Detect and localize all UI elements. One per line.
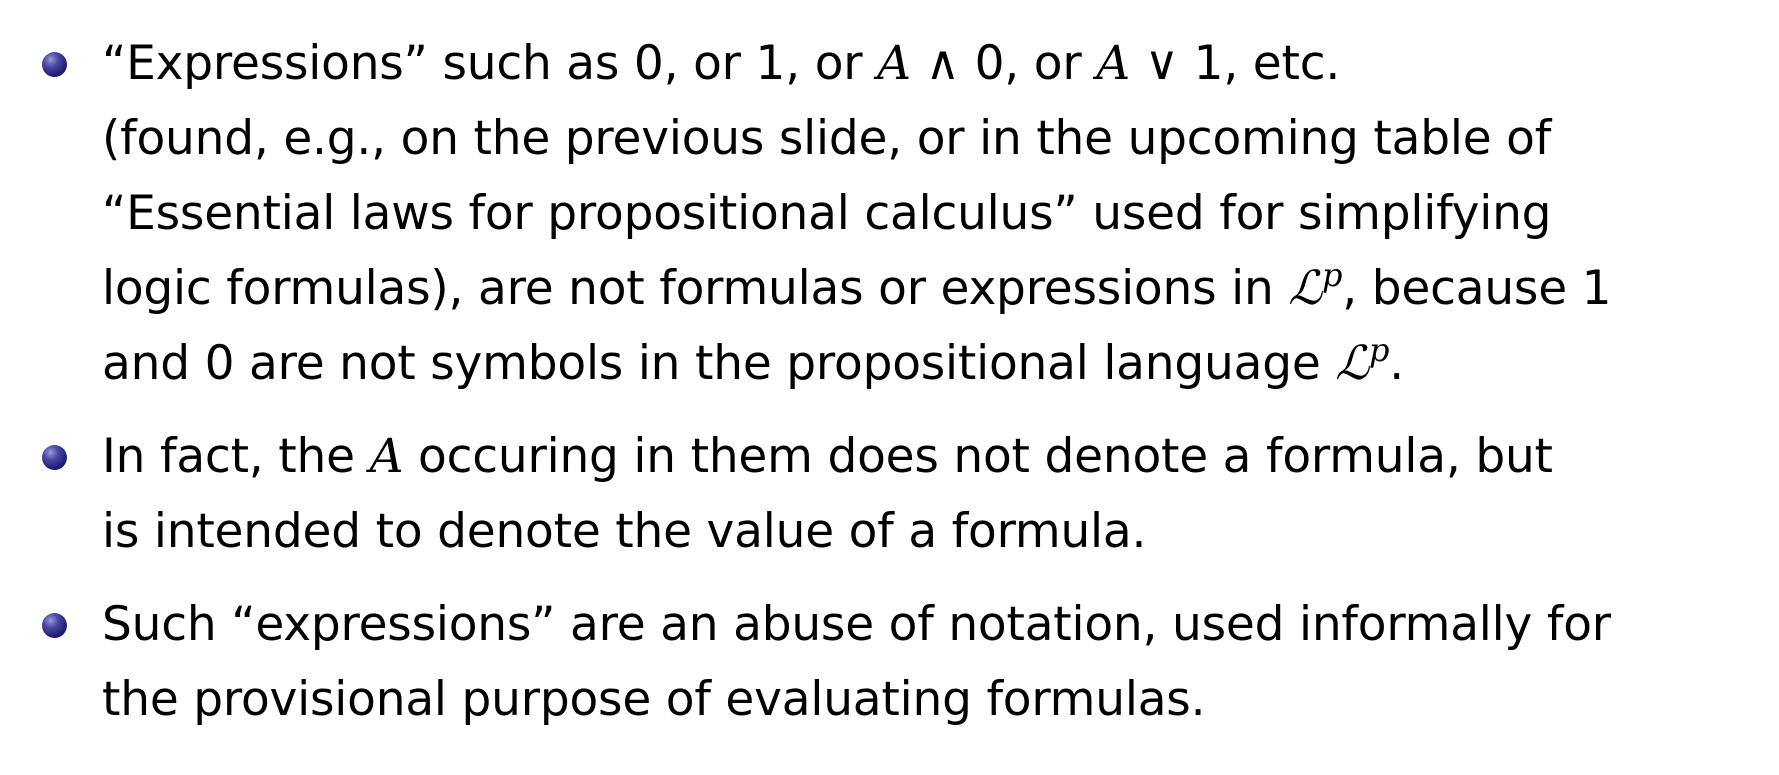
bullet-1-line-3: “Essential laws for propositional calcul…: [102, 186, 1552, 241]
slide: “Expressions” such as 0, or 1, or A ∧ 0,…: [0, 0, 1779, 775]
text-segment: occuring in them does not denote a formu…: [403, 429, 1553, 484]
bullet-1-line-1: “Expressions” such as 0, or 1, or A ∧ 0,…: [102, 26, 1740, 101]
math-operator-or: ∨: [1129, 36, 1194, 91]
math-variable: A: [1096, 36, 1130, 91]
text-segment: logic formulas), are not formulas or exp…: [102, 261, 1289, 316]
bullet-3-line-2: the provisional purpose of evaluating fo…: [102, 672, 1206, 727]
text-segment: In fact, the: [102, 429, 370, 484]
bullet-1-line-5: and 0 are not symbols in the proposition…: [102, 326, 1740, 401]
bullet-item-2: In fact, the A occuring in them does not…: [40, 419, 1740, 569]
math-operator-and: ∧: [910, 36, 975, 91]
bullet-list: “Expressions” such as 0, or 1, or A ∧ 0,…: [40, 26, 1740, 755]
math-variable: A: [369, 429, 404, 484]
language-superscript: p: [1321, 256, 1343, 294]
bullet-3-line-1: Such “expressions” are an abuse of notat…: [102, 597, 1611, 652]
language-symbol: ℒ: [1335, 336, 1369, 391]
math-variable: A: [877, 36, 911, 91]
bullet-2-line-2: is intended to denote the value of a for…: [102, 504, 1147, 559]
bullet-1-line-4: logic formulas), are not formulas or exp…: [102, 251, 1740, 326]
bullet-2-line-1: In fact, the A occuring in them does not…: [102, 419, 1740, 494]
bullet-dot-icon: [42, 445, 67, 470]
text-segment: .: [1389, 336, 1404, 391]
text-segment: 1, etc.: [1193, 36, 1341, 91]
text-segment: , because 1: [1342, 261, 1612, 316]
text-segment: and 0 are not symbols in the proposition…: [102, 336, 1336, 391]
bullet-dot-icon: [42, 613, 67, 638]
bullet-item-1: “Expressions” such as 0, or 1, or A ∧ 0,…: [40, 26, 1740, 401]
text-segment: “Expressions” such as 0, or 1, or: [102, 36, 878, 91]
text-segment: 0, or: [974, 36, 1097, 91]
language-superscript: p: [1368, 331, 1390, 369]
language-symbol: ℒ: [1288, 261, 1322, 316]
bullet-dot-icon: [42, 52, 67, 77]
bullet-1-line-2: (found, e.g., on the previous slide, or …: [102, 111, 1552, 166]
bullet-item-3: Such “expressions” are an abuse of notat…: [40, 587, 1740, 737]
